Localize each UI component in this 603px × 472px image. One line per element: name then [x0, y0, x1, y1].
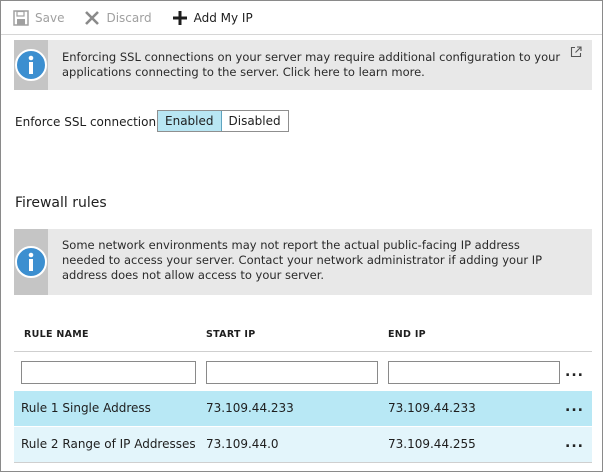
discard-button[interactable]: Discard — [84, 1, 152, 35]
add-icon — [172, 10, 188, 26]
firewall-rules-title: Firewall rules — [15, 195, 107, 211]
table-row[interactable]: Rule 1 Single Address 73.109.44.233 73.1… — [14, 391, 592, 426]
new-start-ip-input[interactable] — [206, 361, 378, 384]
save-button[interactable]: Save — [13, 1, 64, 35]
start-ip-cell: 73.109.44.0 — [206, 437, 279, 451]
discard-label: Discard — [106, 10, 152, 25]
info-icon-box — [14, 40, 48, 90]
start-ip-cell: 73.109.44.233 — [206, 401, 294, 415]
table-row[interactable]: Rule 2 Range of IP Addresses 73.109.44.0… — [14, 427, 592, 462]
ssl-info-text: Enforcing SSL connections on your server… — [62, 50, 561, 79]
command-bar: Save Discard Add My IP — [1, 1, 602, 35]
column-header-rule-name[interactable]: RULE NAME — [24, 329, 89, 340]
more-icon[interactable]: ... — [565, 435, 584, 451]
ssl-enabled-option[interactable]: Enabled — [158, 111, 222, 131]
rule-name-cell: Rule 2 Range of IP Addresses — [21, 437, 196, 451]
more-icon[interactable]: ... — [565, 399, 584, 415]
ssl-disabled-option[interactable]: Disabled — [222, 111, 288, 131]
enforce-ssl-label: Enforce SSL connection — [15, 115, 157, 129]
save-label: Save — [35, 10, 65, 25]
end-ip-cell: 73.109.44.233 — [388, 401, 476, 415]
firewall-info-banner: Some network environments may not report… — [14, 229, 592, 295]
discard-icon — [84, 10, 100, 26]
add-my-ip-label: Add My IP — [193, 10, 253, 25]
external-link-icon[interactable] — [570, 46, 582, 61]
new-end-ip-input[interactable] — [388, 361, 560, 384]
rule-name-cell: Rule 1 Single Address — [21, 401, 151, 415]
column-header-end-ip[interactable]: END IP — [388, 329, 426, 340]
row-divider — [14, 462, 592, 463]
info-icon — [15, 49, 47, 81]
add-my-ip-button[interactable]: Add My IP — [172, 1, 253, 35]
info-icon — [15, 246, 47, 278]
header-divider — [14, 351, 592, 352]
firewall-info-text: Some network environments may not report… — [62, 238, 543, 282]
enforce-ssl-toggle[interactable]: Enabled Disabled — [157, 110, 289, 132]
new-rule-name-input[interactable] — [21, 361, 196, 384]
save-icon — [13, 9, 29, 26]
info-icon-box — [14, 229, 48, 295]
end-ip-cell: 73.109.44.255 — [388, 437, 476, 451]
ssl-info-banner[interactable]: Enforcing SSL connections on your server… — [14, 40, 592, 90]
more-icon[interactable]: ... — [565, 364, 584, 380]
column-header-start-ip[interactable]: START IP — [206, 329, 256, 340]
connection-security-blade: Save Discard Add My IP Enforcing SSL con… — [0, 0, 603, 472]
